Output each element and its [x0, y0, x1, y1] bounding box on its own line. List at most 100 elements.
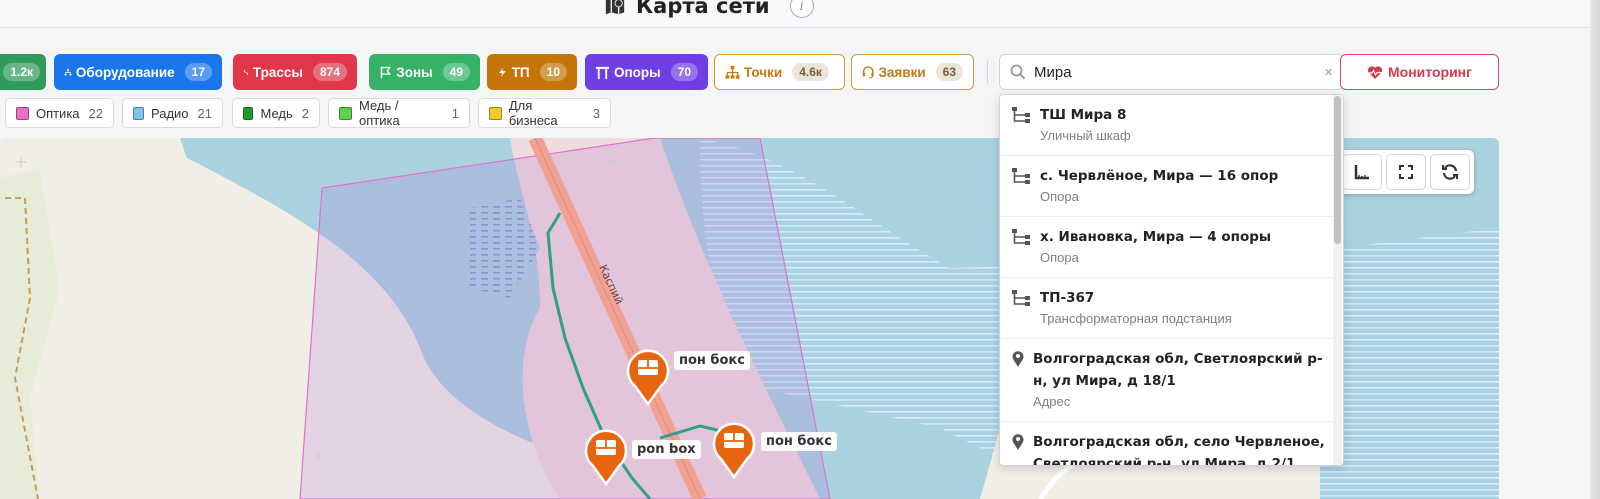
- legend-swatch: [243, 106, 254, 120]
- app-header: Карта сети i: [0, 0, 1600, 28]
- title-wrap: Карта сети i: [604, 0, 814, 18]
- result-subtitle: Уличный шкаф: [1040, 128, 1131, 143]
- result-item[interactable]: ТП-367 Трансформаторная подстанция: [1000, 278, 1343, 339]
- result-item[interactable]: ТШ Мира 8 Уличный шкаф: [1000, 95, 1343, 156]
- sitemap-icon: [725, 65, 740, 79]
- refresh-icon: [1442, 164, 1458, 180]
- scrollbar-thumb[interactable]: [1334, 96, 1341, 244]
- legend-count: 1: [451, 105, 460, 121]
- legend-swatch: [16, 106, 29, 120]
- legend-copper-optics[interactable]: Медь / оптика 1: [328, 98, 470, 128]
- chip-label: Зоны: [396, 64, 433, 80]
- result-title: Волгоградская обл, село Червленое, Светл…: [1033, 434, 1325, 466]
- heartbeat-icon: [1367, 65, 1383, 79]
- chip-count: 874: [312, 63, 347, 81]
- fullscreen-icon: [1399, 165, 1413, 179]
- refresh-button[interactable]: [1430, 154, 1470, 190]
- page-scrollbar[interactable]: [1590, 0, 1600, 499]
- legend-count: 22: [88, 105, 103, 121]
- chip-poles[interactable]: Опоры 70: [585, 54, 708, 90]
- chip-label: Трассы: [252, 64, 303, 80]
- chip-requests[interactable]: Заявки 63: [851, 54, 974, 90]
- legend-label: Радио: [150, 105, 189, 121]
- legend-count: 21: [197, 105, 212, 121]
- chip-tp[interactable]: ТП 10: [487, 54, 577, 90]
- legend-label: Оптика: [35, 105, 80, 121]
- result-title: с. Червлёное, Мира — 16 опор: [1040, 168, 1279, 184]
- map-marker[interactable]: [583, 428, 629, 486]
- divider: [987, 60, 988, 84]
- chip-routes[interactable]: Трассы 874: [233, 54, 357, 90]
- marker-label: пон бокс: [674, 351, 750, 370]
- monitoring-label: Мониторинг: [1388, 64, 1472, 80]
- chip-count: 10: [539, 63, 567, 81]
- chip-count: 70: [670, 63, 698, 81]
- legend-label: Медь / оптика: [359, 98, 400, 128]
- chip-label: Опоры: [613, 64, 661, 80]
- chip-label: ТП: [511, 64, 530, 80]
- result-item[interactable]: Волгоградская обл, Светлоярский р-н, ул …: [1000, 339, 1343, 422]
- legend-copper[interactable]: Медь 2: [232, 98, 320, 128]
- monitoring-button[interactable]: Мониторинг: [1340, 54, 1499, 90]
- network-icon: [1012, 290, 1030, 306]
- route-icon: [243, 69, 249, 75]
- map-controls: [1338, 150, 1474, 194]
- legend-radio[interactable]: Радио 21: [122, 98, 223, 128]
- legend-swatch: [339, 106, 352, 120]
- network-icon: [1012, 229, 1030, 245]
- search-icon: [1010, 64, 1026, 80]
- result-title: Волгоградская обл, Светлоярский р-н, ул …: [1033, 351, 1323, 389]
- result-title: ТП-367: [1040, 290, 1095, 306]
- legend-count: 3: [592, 105, 600, 121]
- map-marker[interactable]: [625, 348, 671, 406]
- chip-count: 4.6к: [792, 63, 829, 81]
- chip-equipment[interactable]: Оборудование 17: [54, 54, 222, 90]
- legend-count: 2: [301, 105, 309, 121]
- measure-button[interactable]: [1342, 154, 1382, 190]
- legend-business[interactable]: Для бизнеса 3: [478, 98, 611, 128]
- result-title: ТШ Мира 8: [1040, 107, 1127, 123]
- fullscreen-button[interactable]: [1386, 154, 1426, 190]
- pole-icon: [595, 66, 610, 79]
- network-icon: [64, 68, 72, 75]
- chip-points[interactable]: Точки 4.6к: [714, 54, 845, 90]
- chip-count: 1.2к: [3, 63, 40, 81]
- chip-zones[interactable]: Зоны 49: [369, 54, 480, 90]
- measure-icon: [1354, 165, 1369, 180]
- map-icon: [605, 0, 625, 15]
- chip-label: Заявки: [878, 64, 926, 80]
- search-results: ТШ Мира 8 Уличный шкаф с. Червлёное, Мир…: [999, 94, 1344, 466]
- search-box[interactable]: ×: [999, 54, 1344, 90]
- map-pin-icon: [1012, 351, 1024, 367]
- legend-swatch: [133, 106, 144, 120]
- chip-label: Точки: [744, 64, 783, 80]
- bolt-icon: [499, 67, 506, 77]
- network-icon: [1012, 107, 1030, 123]
- chip-count: 63: [935, 63, 963, 81]
- result-item[interactable]: с. Червлёное, Мира — 16 опор Опора: [1000, 156, 1343, 217]
- result-subtitle: Адрес: [1033, 394, 1071, 409]
- flag-icon: [380, 66, 392, 78]
- network-icon: [1012, 168, 1030, 184]
- headset-icon: [862, 65, 874, 78]
- legend-label: Медь: [260, 105, 293, 121]
- result-title: х. Ивановка, Мира — 4 опоры: [1040, 229, 1272, 245]
- map-marker[interactable]: [711, 421, 757, 479]
- marker-label: pon box: [632, 440, 701, 459]
- clear-icon[interactable]: ×: [1324, 64, 1333, 81]
- chip-count: 17: [184, 63, 212, 81]
- marker-label: пон бокс: [761, 432, 837, 451]
- legend-swatch: [489, 106, 502, 120]
- result-item[interactable]: Волгоградская обл, село Червленое, Светл…: [1000, 422, 1343, 466]
- result-subtitle: Трансформаторная подстанция: [1040, 311, 1232, 326]
- legend-optics[interactable]: Оптика 22: [5, 98, 114, 128]
- chip-label: Оборудование: [75, 64, 175, 80]
- chip-count: 49: [442, 63, 470, 81]
- chip-first[interactable]: 1.2к: [0, 54, 46, 90]
- search-input[interactable]: [1034, 63, 1314, 81]
- result-item[interactable]: х. Ивановка, Мира — 4 опоры Опора: [1000, 217, 1343, 278]
- result-subtitle: Опора: [1040, 189, 1079, 204]
- legend-label: Для бизнеса: [508, 98, 558, 128]
- info-icon[interactable]: i: [789, 0, 814, 18]
- result-subtitle: Опора: [1040, 250, 1079, 265]
